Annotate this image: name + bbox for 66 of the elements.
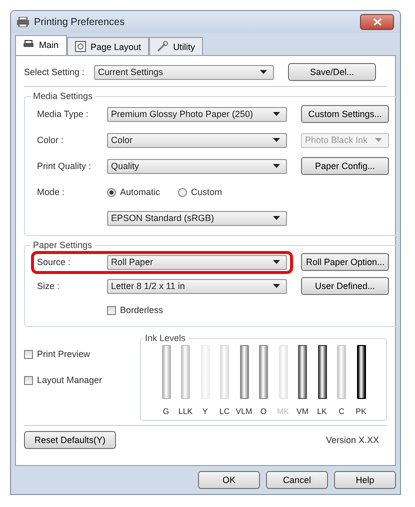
reset-defaults-button[interactable]: Reset Defaults(Y) (24, 431, 116, 449)
field-label: Select Setting : (24, 67, 86, 77)
field-label: Size : (37, 281, 61, 291)
ink-label: VLM (236, 407, 252, 416)
ink-label: MK (277, 407, 289, 416)
dropdown[interactable]: Quality (107, 158, 287, 174)
checkbox[interactable] (24, 376, 33, 384)
window-title: Printing Preferences (34, 16, 126, 28)
field-label: Source : (37, 257, 72, 267)
ink-label: G (162, 407, 170, 416)
field-label: Color : (37, 135, 65, 145)
dropdown[interactable]: Current Settings (94, 64, 274, 80)
printer-icon (23, 40, 34, 49)
dropdown[interactable]: EPSON Standard (sRGB) (107, 210, 287, 226)
field-label: Mode : (37, 187, 66, 197)
ink-label: C (338, 407, 344, 416)
caret-icon (273, 216, 280, 220)
ink-label: LK (317, 407, 327, 416)
tab[interactable]: Main (15, 35, 67, 55)
tab[interactable]: Utility (149, 37, 204, 55)
radio-button[interactable] (178, 188, 188, 196)
field-label: Print Quality : (37, 161, 92, 171)
dropdown[interactable]: Roll Paper (107, 254, 287, 270)
tab[interactable]: Page Layout (66, 37, 150, 55)
ink-label: PK (356, 407, 366, 416)
ink-label: LC (219, 407, 230, 416)
ink-label: LLK (178, 407, 193, 416)
caret-icon (273, 138, 280, 142)
printer-icon (17, 17, 29, 27)
dropdown[interactable]: Premium Glossy Photo Paper (250) (107, 106, 287, 122)
radio-button[interactable] (107, 188, 116, 196)
checkbox-option[interactable]: Borderless (107, 305, 164, 315)
checkbox[interactable] (107, 306, 116, 314)
caret-icon (273, 112, 280, 116)
ink-label: VM (296, 407, 308, 416)
field-label: Media Type : (37, 109, 90, 119)
caret-icon (375, 138, 382, 142)
radio-option[interactable]: Automatic (107, 187, 160, 197)
settings-button[interactable]: Paper Config... (301, 157, 389, 175)
group-title: Paper Settings (32, 240, 94, 250)
checkbox[interactable] (24, 350, 33, 358)
close-icon (372, 18, 382, 26)
caret-icon (273, 284, 280, 288)
settings-button[interactable]: Custom Settings... (301, 105, 389, 123)
caret-icon (260, 70, 267, 74)
caret-icon (273, 164, 280, 168)
group-title: Media Settings (32, 91, 94, 101)
wrench-icon (157, 41, 168, 52)
save-button[interactable]: Save/Del... (288, 63, 376, 81)
checkbox-option[interactable]: Print Preview (24, 349, 122, 359)
radio-option[interactable]: Custom (178, 187, 222, 197)
ink-label: Y (202, 407, 208, 416)
dialog-button[interactable]: Cancel (266, 471, 328, 489)
dialog-button[interactable]: Help (334, 471, 396, 489)
settings-button[interactable]: Roll Paper Option... (301, 253, 389, 271)
dialog-button[interactable]: OK (198, 471, 260, 489)
group-title: Ink Levels (144, 333, 187, 343)
checkbox-option[interactable]: Layout Manager (24, 375, 122, 385)
caret-icon (273, 260, 280, 264)
dropdown[interactable]: Color (107, 132, 287, 148)
version-text: Version X.XX (326, 435, 379, 445)
page-icon (74, 41, 86, 52)
settings-button[interactable]: User Defined... (301, 277, 389, 295)
close-button[interactable] (360, 14, 394, 30)
ink-label: O (260, 407, 267, 416)
dropdown[interactable]: Letter 8 1/2 x 11 in (107, 278, 287, 294)
